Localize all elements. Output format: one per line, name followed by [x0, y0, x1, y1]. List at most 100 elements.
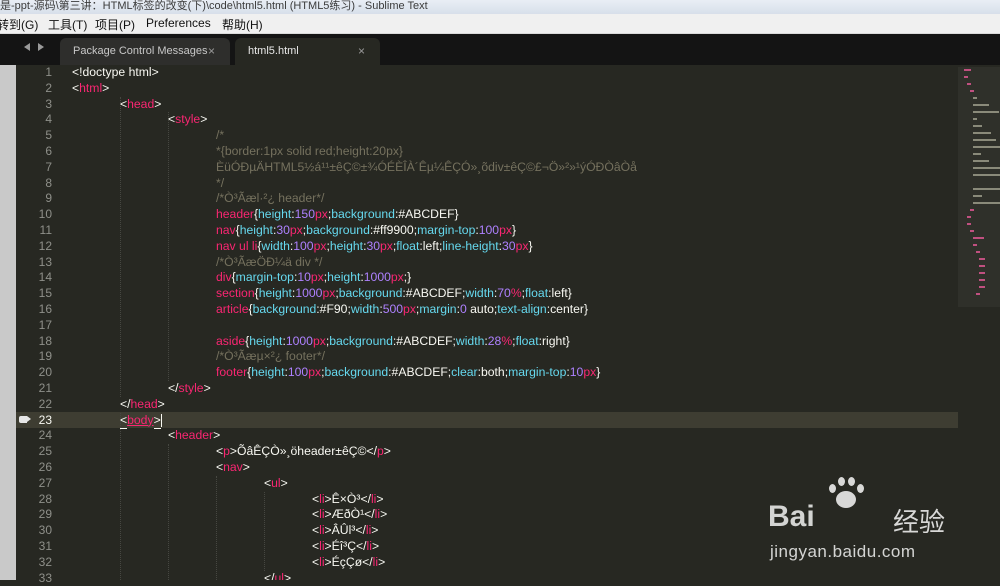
- line-number: 14: [16, 270, 52, 286]
- menu-tools[interactable]: 工具(T): [48, 16, 87, 33]
- minimap-line: [967, 223, 971, 225]
- line-number: 9: [16, 191, 52, 207]
- menu-help[interactable]: 帮助(H): [222, 16, 263, 33]
- code-line[interactable]: <nav>: [72, 460, 637, 476]
- code-line[interactable]: */: [72, 176, 637, 192]
- code-line[interactable]: <li>ÉçÇø</li>: [72, 555, 637, 571]
- tab-package-control-messages[interactable]: Package Control Messages ×: [60, 38, 230, 65]
- arrow-right-icon[interactable]: [38, 43, 44, 51]
- code-line[interactable]: <ul>: [72, 476, 637, 492]
- minimap-line: [967, 216, 971, 218]
- arrow-left-icon[interactable]: [24, 43, 30, 51]
- code-line[interactable]: aside{height:1000px;background:#ABCDEF;w…: [72, 334, 637, 350]
- code-line[interactable]: <li>ÆðÒ¹</li>: [72, 507, 637, 523]
- minimap-line: [979, 258, 985, 260]
- line-number: 23: [16, 413, 52, 429]
- code-line[interactable]: </ul>: [72, 571, 637, 581]
- tab-html5[interactable]: html5.html ×: [235, 38, 380, 65]
- line-number: 21: [16, 381, 52, 397]
- minimap-line: [973, 125, 982, 127]
- minimap-line: [976, 251, 980, 253]
- minimap-line: [973, 104, 989, 106]
- menu-preferences[interactable]: Preferences: [146, 16, 211, 30]
- tab-nav-arrows[interactable]: [24, 43, 54, 55]
- line-number: 22: [16, 397, 52, 413]
- line-numbers: 1234567891011121314151617181920212223242…: [16, 65, 52, 586]
- code-line[interactable]: <header>: [72, 428, 637, 444]
- code-line[interactable]: footer{height:100px;background:#ABCDEF;c…: [72, 365, 637, 381]
- minimap-line: [973, 160, 989, 162]
- code-line[interactable]: article{background:#F90;width:500px;marg…: [72, 302, 637, 318]
- minimap-line: [973, 188, 1000, 190]
- line-number: 29: [16, 507, 52, 523]
- code-line[interactable]: /*Ò³Ãæµ×²¿ footer*/: [72, 349, 637, 365]
- code-line[interactable]: /*Ò³Ãæl·²¿ header*/: [72, 191, 637, 207]
- line-number: 4: [16, 112, 52, 128]
- code-line[interactable]: [72, 318, 637, 334]
- minimap-line: [967, 83, 971, 85]
- menu-goto[interactable]: 转到(G): [0, 16, 38, 33]
- code-line[interactable]: nav ul li{width:100px;height:30px;float:…: [72, 239, 637, 255]
- code-content[interactable]: <!doctype html><html><head><style>/**{bo…: [72, 65, 637, 580]
- minimap-line: [973, 132, 991, 134]
- line-number: 10: [16, 207, 52, 223]
- code-line[interactable]: section{height:1000px;background:#ABCDEF…: [72, 286, 637, 302]
- code-line[interactable]: *{border:1px solid red;height:20px}: [72, 144, 637, 160]
- minimap-line: [964, 76, 968, 78]
- code-line[interactable]: nav{height:30px;background:#ff9900;margi…: [72, 223, 637, 239]
- tab-label: Package Control Messages: [73, 45, 208, 57]
- line-number: 8: [16, 176, 52, 192]
- line-number: 28: [16, 492, 52, 508]
- watermark-url: jingyan.baidu.com: [770, 542, 916, 562]
- tab-bar: Package Control Messages × html5.html ×: [0, 34, 1000, 65]
- line-number: 13: [16, 255, 52, 271]
- code-line[interactable]: ÈüÓÐµÄHTML5½á¹¹±êÇ©±¾ÓÉÈÎÀ´Êµ¼ÊÇÓ»¸õdiv±…: [72, 160, 637, 176]
- code-line[interactable]: /*: [72, 128, 637, 144]
- minimap-line: [979, 265, 985, 267]
- code-line[interactable]: <li>ÂÛl³</li>: [72, 523, 637, 539]
- code-line[interactable]: <style>: [72, 112, 637, 128]
- minimap-line: [973, 139, 996, 141]
- code-line[interactable]: <li>Éî³Ç</li>: [72, 539, 637, 555]
- code-line[interactable]: <li>Ê×Ò³</li>: [72, 492, 637, 508]
- minimap-viewport[interactable]: [958, 67, 1000, 307]
- tab-label: html5.html: [248, 45, 299, 57]
- line-number: 18: [16, 334, 52, 350]
- line-number: 30: [16, 523, 52, 539]
- code-line[interactable]: </style>: [72, 381, 637, 397]
- line-number: 24: [16, 428, 52, 444]
- minimap-line: [979, 279, 985, 281]
- line-number: 20: [16, 365, 52, 381]
- code-line[interactable]: <head>: [72, 97, 637, 113]
- minimap-line: [973, 167, 1000, 169]
- close-icon[interactable]: ×: [208, 44, 215, 58]
- line-number: 19: [16, 349, 52, 365]
- line-number: 12: [16, 239, 52, 255]
- code-line[interactable]: header{height:150px;background:#ABCDEF}: [72, 207, 637, 223]
- line-number: 17: [16, 318, 52, 334]
- line-number: 26: [16, 460, 52, 476]
- code-line[interactable]: </head>: [72, 397, 637, 413]
- menu-bar: 转到(G) 工具(T) 项目(P) Preferences 帮助(H): [0, 14, 1000, 34]
- paw-icon: [825, 474, 865, 512]
- minimap-line: [979, 286, 985, 288]
- code-line[interactable]: <p>ÕâÊÇÒ»¸öheader±êÇ©</p>: [72, 444, 637, 460]
- minimap-line: [976, 293, 980, 295]
- window-title-bar: 是-ppt-源码\第三讲：HTML标签的改变(下)\code\html5.htm…: [0, 0, 1000, 14]
- code-line[interactable]: /*Ò³ÃæÖÐ¼ä div */: [72, 255, 637, 271]
- code-line[interactable]: div{margin-top:10px;height:1000px;}: [72, 270, 637, 286]
- code-line[interactable]: <body>: [72, 413, 637, 429]
- menu-project[interactable]: 项目(P): [95, 16, 135, 33]
- window-title: 是-ppt-源码\第三讲：HTML标签的改变(下)\code\html5.htm…: [0, 0, 428, 13]
- minimap-line: [973, 244, 977, 246]
- code-line[interactable]: <!doctype html>: [72, 65, 637, 81]
- line-number: 27: [16, 476, 52, 492]
- close-icon[interactable]: ×: [358, 44, 365, 58]
- watermark-logo: Bai: [768, 500, 815, 534]
- minimap-line: [973, 118, 977, 120]
- line-number: 3: [16, 97, 52, 113]
- line-number: 5: [16, 128, 52, 144]
- line-number: 15: [16, 286, 52, 302]
- code-line[interactable]: <html>: [72, 81, 637, 97]
- line-number: 32: [16, 555, 52, 571]
